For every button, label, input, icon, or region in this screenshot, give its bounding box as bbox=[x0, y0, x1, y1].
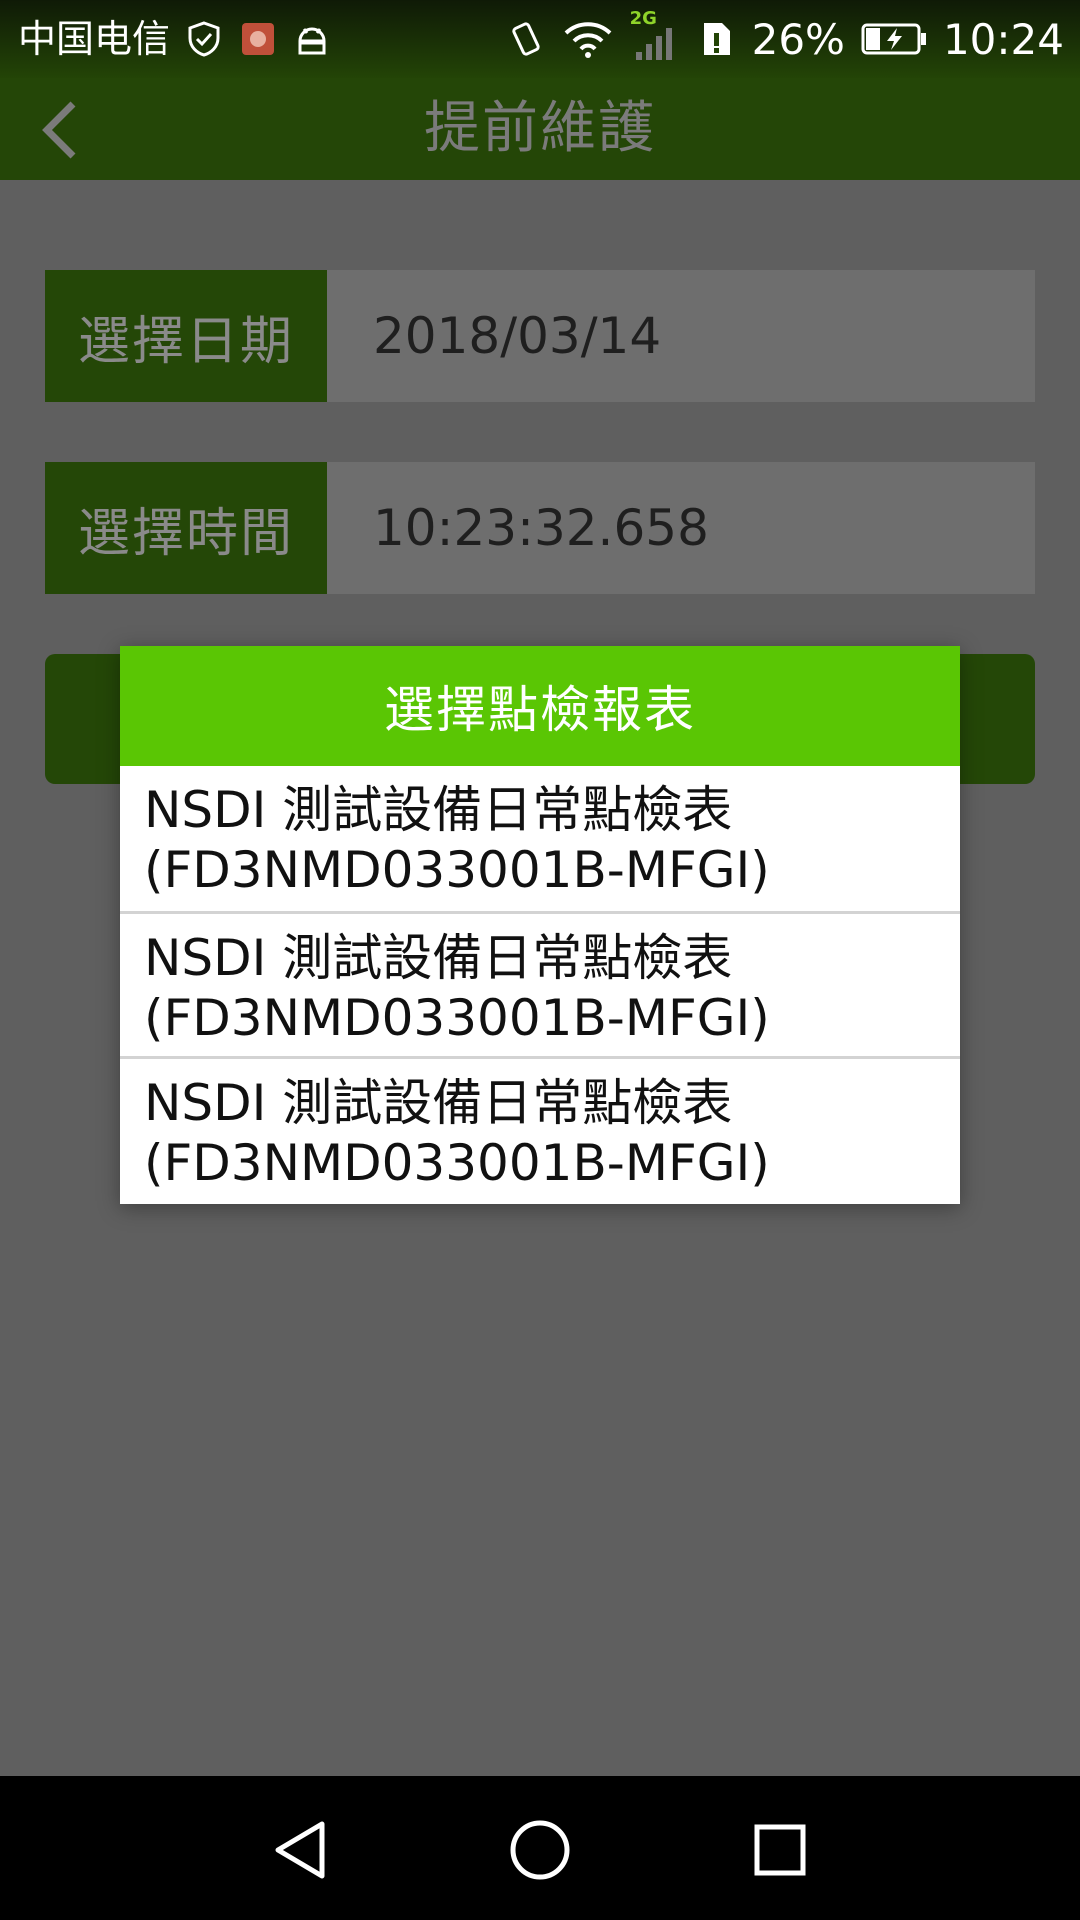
date-row: 選擇日期 2018/03/14 bbox=[45, 270, 1035, 402]
page-title: 提前維護 bbox=[424, 96, 656, 161]
sim-alert-icon bbox=[696, 19, 736, 59]
android-icon bbox=[292, 19, 332, 59]
battery-charging-icon bbox=[861, 19, 927, 59]
dialog-title: 選擇點檢報表 bbox=[120, 646, 960, 766]
time-label: 選擇時間 bbox=[45, 462, 327, 594]
nav-recents-icon bbox=[754, 1824, 806, 1876]
date-label: 選擇日期 bbox=[45, 270, 327, 402]
list-item[interactable]: NSDI 測試設備日常點檢表 (FD3NMD033001B-MFGI) bbox=[120, 766, 960, 911]
nav-home-icon bbox=[510, 1820, 570, 1880]
signal-icon: 2G bbox=[630, 8, 680, 64]
wifi-icon bbox=[562, 19, 614, 59]
date-field[interactable]: 2018/03/14 bbox=[327, 270, 1035, 402]
list-item[interactable]: NSDI 測試設備日常點檢表 (FD3NMD033001B-MFGI) bbox=[120, 1056, 960, 1201]
nav-home-button[interactable] bbox=[500, 1810, 580, 1890]
list-item[interactable]: NSDI 測試設備日常點檢表 (FD3NMD033001B-MFGI) bbox=[120, 911, 960, 1056]
list-item-title: NSDI 測試設備日常點檢表 bbox=[144, 929, 733, 987]
list-item-title: NSDI 測試設備日常點檢表 bbox=[144, 1074, 733, 1132]
vibrate-icon bbox=[506, 19, 546, 59]
huawei-app-icon bbox=[238, 19, 278, 59]
clock: 10:24 bbox=[942, 14, 1064, 64]
app-bar: 提前維護 bbox=[0, 78, 1080, 180]
time-row: 選擇時間 10:23:32.658 bbox=[45, 462, 1035, 594]
nav-back-icon bbox=[275, 1821, 325, 1879]
carrier-name: 中国电信 bbox=[18, 17, 171, 61]
battery-percent: 26% bbox=[751, 14, 845, 64]
shield-check-icon bbox=[184, 19, 224, 59]
nav-recents-button[interactable] bbox=[740, 1810, 820, 1890]
status-bar: 中国电信 2G 26% 10:24 bbox=[0, 0, 1080, 78]
select-report-dialog: 選擇點檢報表 NSDI 測試設備日常點檢表 (FD3NMD033001B-MFG… bbox=[120, 646, 960, 1204]
time-field[interactable]: 10:23:32.658 bbox=[327, 462, 1035, 594]
navigation-bar bbox=[0, 1776, 1080, 1920]
list-item-code: (FD3NMD033001B-MFGI) bbox=[144, 1134, 770, 1192]
list-item-code: (FD3NMD033001B-MFGI) bbox=[144, 989, 770, 1047]
list-item-title: NSDI 測試設備日常點檢表 bbox=[144, 781, 733, 839]
network-type: 2G bbox=[629, 8, 657, 29]
list-item-code: (FD3NMD033001B-MFGI) bbox=[144, 841, 770, 899]
nav-back-button[interactable] bbox=[260, 1810, 340, 1890]
